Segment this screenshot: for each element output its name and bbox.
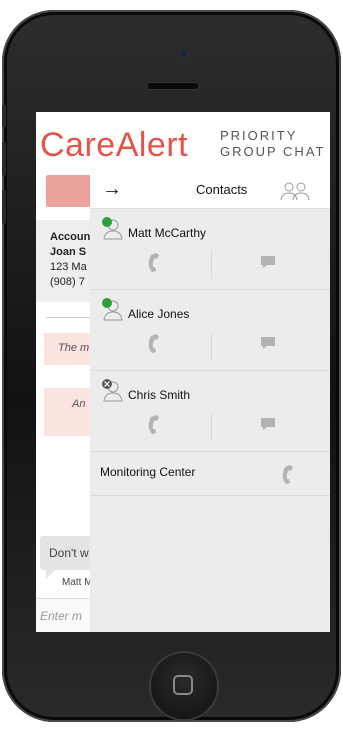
account-name: Joan S [50,246,87,258]
right-arrow-icon[interactable]: → [102,178,122,201]
row-divider [211,251,212,279]
phone-icon[interactable] [144,413,162,435]
contact-row[interactable]: Alice Jones [90,290,330,371]
contact-row[interactable]: Matt McCarthy [90,209,330,290]
contact-row[interactable]: Chris Smith [90,371,330,452]
home-button-icon [173,675,193,695]
volume-down-button [2,190,6,224]
row-divider [211,332,212,360]
phone-icon[interactable] [144,251,162,273]
bubble-tail [46,569,56,579]
contacts-header: → Contacts [90,174,330,209]
account-phone: (908) 7 [50,276,85,288]
app-tagline: PRIORITY GROUP CHAT [220,128,325,160]
chat-bubble-icon[interactable] [260,417,276,431]
front-camera [180,50,187,57]
volume-up-button [2,142,6,176]
group-icon[interactable] [278,180,312,202]
mute-switch [2,105,6,127]
monitoring-center-label: Monitoring Center [100,465,196,479]
account-address: 123 Ma [50,261,87,273]
phone-icon[interactable] [278,463,296,485]
phone-icon[interactable] [144,332,162,354]
row-divider [211,413,212,441]
account-label: Accoun [50,231,91,243]
contact-name: Matt McCarthy [128,226,207,240]
incoming-message-text: Don't w [49,546,89,560]
message-text: An [72,398,86,410]
online-status-icon [102,298,112,308]
app-screen: CareAlert PRIORITY GROUP CHAT Accoun Joa… [36,112,330,632]
contacts-panel: → Contacts Matt McCarthy Alice Jones Chr… [90,174,330,632]
incoming-sender: Matt M [62,577,93,588]
account-details: Accoun Joan S 123 Ma (908) 7 [50,230,90,290]
monitoring-center-row[interactable]: Monitoring Center [90,453,330,496]
online-status-icon [102,217,112,227]
alert-button[interactable] [46,175,92,207]
earpiece-speaker [147,82,199,90]
compose-input[interactable]: Enter m [40,609,82,623]
tagline-line-2: GROUP CHAT [220,144,326,159]
contact-name: Alice Jones [128,307,190,321]
tagline-line-1: PRIORITY [220,128,298,143]
app-logo: CareAlert [40,126,189,164]
contacts-title: Contacts [196,182,248,197]
unavailable-status-icon [102,379,112,389]
message-text: The m [58,342,90,354]
chat-bubble-icon[interactable] [260,336,276,350]
chat-bubble-icon[interactable] [260,255,276,269]
contact-name: Chris Smith [128,388,191,402]
